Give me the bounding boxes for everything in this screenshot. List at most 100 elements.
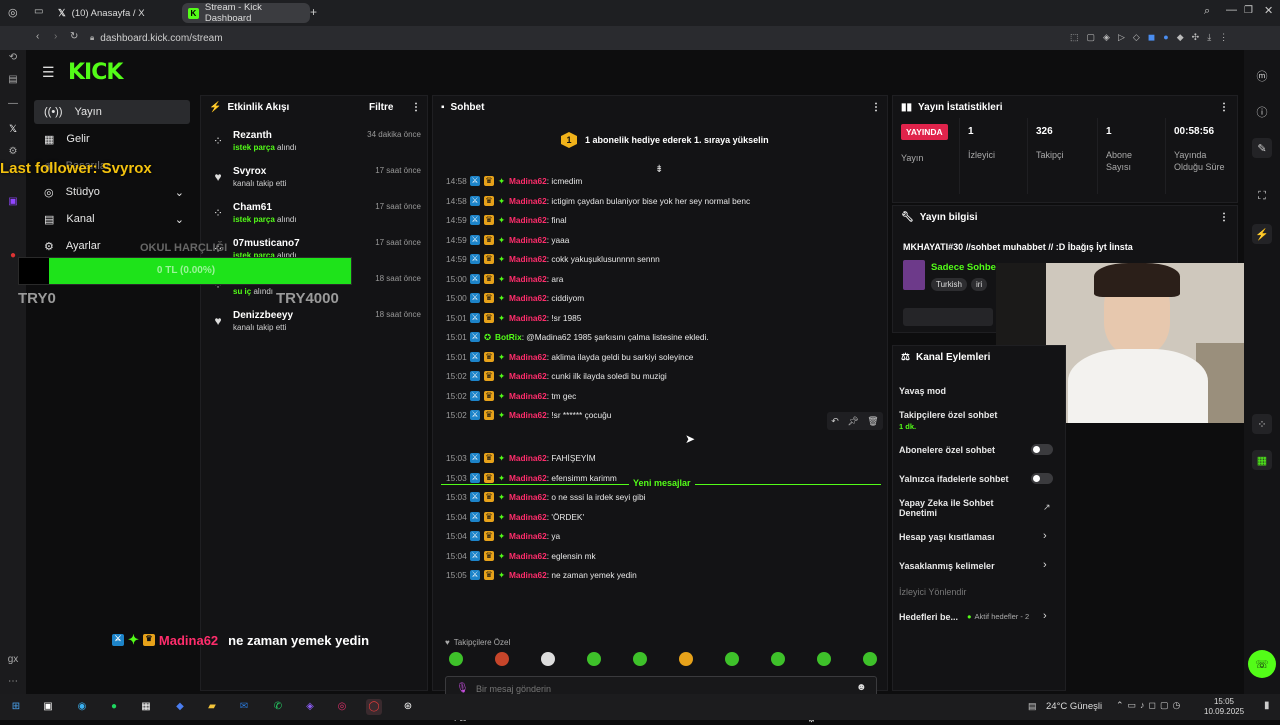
sidebar-item-studyo[interactable]: ◎ Stüdyo ⌄	[34, 180, 190, 204]
message-username[interactable]: Madina62	[509, 254, 547, 264]
emote-icon[interactable]	[725, 652, 739, 666]
more-icon[interactable]: ⋮	[1219, 102, 1229, 113]
edge-icon[interactable]: ◉	[74, 699, 90, 715]
url-field[interactable]: 🔒︎ dashboard.kick.com/stream	[90, 30, 223, 46]
whatsapp-icon[interactable]: ✆	[270, 699, 286, 715]
emote-icon[interactable]	[817, 652, 831, 666]
pinned-gift-banner[interactable]: 1 1 abonelik hediye ederek 1. sıraya yük…	[561, 132, 769, 148]
message-username[interactable]: Madina62	[509, 371, 547, 381]
reply-icon[interactable]: ↶	[831, 416, 839, 427]
more-icon[interactable]: ⋮	[1219, 212, 1229, 223]
age-limit-row[interactable]: Hesap yaşı kısıtlaması	[899, 532, 1059, 542]
message-username[interactable]: Madina62	[509, 551, 547, 561]
sidebar-item-kanal[interactable]: ▤ Kanal ⌄	[34, 207, 190, 231]
emote-icon[interactable]	[771, 652, 785, 666]
emoji-icon[interactable]: ☻	[856, 682, 867, 693]
more-icon[interactable]: ⋮	[411, 102, 421, 113]
outlook-icon[interactable]: ✉	[236, 699, 252, 715]
info-icon[interactable]: ⓘ	[1252, 102, 1272, 122]
message-username[interactable]: Madina62	[509, 176, 547, 186]
chat-message[interactable]: 15:05 ⚔ ♛ ✦ Madina62: ne zaman yemek yedin	[446, 568, 637, 582]
chat-message[interactable]: 15:04 ⚔ ♛ ✦ Madina62: ya	[446, 529, 560, 543]
extension-icon[interactable]: ▷	[1118, 32, 1125, 43]
more-icon[interactable]: ⋯	[7, 676, 19, 688]
menu-icon[interactable]: ⋮	[1219, 32, 1228, 43]
chat-message[interactable]: 14:58 ⚔ ♛ ✦ Madina62: icmedim	[446, 174, 582, 188]
pencil-icon[interactable]: ✎	[1252, 138, 1272, 158]
more-icon[interactable]: ⋮	[871, 102, 881, 113]
goals-row[interactable]: Hedefleri be...	[899, 612, 969, 622]
close-icon[interactable]: ✕	[1264, 4, 1273, 17]
followers-chat-row[interactable]: Takipçilere özel sohbet	[899, 410, 1059, 420]
reading-icon[interactable]: ▤	[7, 74, 19, 86]
clapper-icon[interactable]: ▦	[1252, 450, 1272, 470]
user-icon[interactable]: ⓜ	[1252, 66, 1272, 86]
kick-logo[interactable]: KICK	[68, 60, 123, 85]
message-username[interactable]: Madina62	[509, 492, 547, 502]
message-username[interactable]: Madina62	[509, 196, 547, 206]
extension-icon[interactable]: ●	[1163, 32, 1168, 43]
emote-icon[interactable]	[633, 652, 647, 666]
emote-chat-toggle[interactable]	[1031, 473, 1053, 484]
browser-menu-icon[interactable]: ◎	[8, 6, 18, 19]
forward-icon[interactable]: ›	[54, 31, 57, 42]
x-icon[interactable]: 𝕏	[7, 124, 19, 136]
hamburger-icon[interactable]: ☰	[42, 64, 55, 81]
external-link-icon[interactable]: ↗	[1043, 502, 1051, 513]
message-username[interactable]: Madina62	[509, 531, 547, 541]
settings-icon[interactable]: ⚙	[7, 146, 19, 158]
chat-message[interactable]: 14:59 ⚔ ♛ ✦ Madina62: final	[446, 213, 567, 227]
chat-message[interactable]: 15:02 ⚔ ♛ ✦ Madina62: cunki ilk ilayda soled…	[446, 369, 667, 383]
emote-icon[interactable]	[449, 652, 463, 666]
chat-message[interactable]: 14:59 ⚔ ♛ ✦ Madina62: cokk yakuşuklusunnnn s…	[446, 252, 660, 266]
delete-icon[interactable]: 🗑︎	[867, 416, 878, 427]
slow-mode-row[interactable]: Yavaş mod	[899, 386, 1059, 396]
emote-icon[interactable]	[541, 652, 555, 666]
sidebar-item-yayin[interactable]: ((•)) Yayın	[34, 100, 190, 124]
banned-words-row[interactable]: Yasaklanmış kelimeler	[899, 561, 1059, 571]
instagram-icon[interactable]: ◎	[334, 699, 350, 715]
new-tab-icon[interactable]: +	[310, 5, 317, 19]
app-icon[interactable]: ◆	[172, 699, 188, 715]
extension-icon[interactable]: ⬚	[1070, 32, 1079, 43]
message-username[interactable]: Madina62	[509, 352, 547, 362]
app-icon[interactable]: ◈	[302, 699, 318, 715]
tray-icons[interactable]: ⌃▭♪◻▢◷	[1116, 700, 1184, 711]
opera-gx-icon[interactable]: ◯	[366, 699, 382, 715]
message-username[interactable]: BotRix	[495, 332, 522, 342]
minimize-icon[interactable]: —	[1226, 4, 1237, 16]
chat-message[interactable]: 15:03 ⚔ ♛ ✦ Madina62: efensimm karimm	[446, 471, 617, 485]
twitch-icon[interactable]: ▣	[7, 196, 19, 208]
edit-stream-info-button[interactable]	[903, 308, 993, 326]
message-username[interactable]: Madina62	[509, 235, 547, 245]
nodes-icon[interactable]: ⁘	[1252, 414, 1272, 434]
message-username[interactable]: Madina62	[509, 215, 547, 225]
chat-message[interactable]: 15:00 ⚔ ♛ ✦ Madina62: ara	[446, 272, 563, 286]
subs-chat-toggle[interactable]	[1031, 444, 1053, 455]
emote-icon[interactable]	[679, 652, 693, 666]
message-username[interactable]: Madina62	[509, 570, 547, 580]
chat-message[interactable]: 15:01 ⚔ ♛ ✦ Madina62: !sr 1985	[446, 311, 581, 325]
extension-icon[interactable]: ◇	[1133, 32, 1140, 43]
message-username[interactable]: Madina62	[509, 313, 547, 323]
extension-icon[interactable]: ◆	[1177, 32, 1184, 43]
expand-icon[interactable]: ⛶	[1252, 186, 1272, 206]
message-username[interactable]: Madina62	[509, 391, 547, 401]
chat-message[interactable]: 15:03 ⚔ ♛ ✦ Madina62: FAHİŞEYİM	[446, 451, 596, 465]
back-icon[interactable]: ‹	[36, 31, 39, 42]
extension-icon[interactable]: ▢	[1087, 32, 1096, 43]
puzzle-icon[interactable]: ✣	[1192, 32, 1200, 43]
message-username[interactable]: Madina62	[509, 473, 547, 483]
weather-text[interactable]: 24°C Güneşli	[1046, 701, 1102, 712]
extension-icon[interactable]: ◼	[1148, 32, 1155, 43]
history-icon[interactable]: ⟲	[7, 52, 19, 64]
chat-message[interactable]: 15:00 ⚔ ♛ ✦ Madina62: ciddiyom	[446, 291, 584, 305]
search-icon[interactable]: ⌕	[1204, 5, 1210, 18]
obs-icon[interactable]: ⊛	[400, 699, 416, 715]
ai-mod-row[interactable]: Yapay Zeka ile Sohbet Denetimi	[899, 498, 1029, 518]
chat-message[interactable]: 15:04 ⚔ ♛ ✦ Madina62: eglensin mk	[446, 549, 596, 563]
download-icon[interactable]: ⤓	[1207, 32, 1211, 43]
start-icon[interactable]: ⊞	[8, 699, 24, 715]
support-icon[interactable]: ☏	[1248, 650, 1276, 678]
notification-icon[interactable]: ▮	[1264, 700, 1270, 711]
